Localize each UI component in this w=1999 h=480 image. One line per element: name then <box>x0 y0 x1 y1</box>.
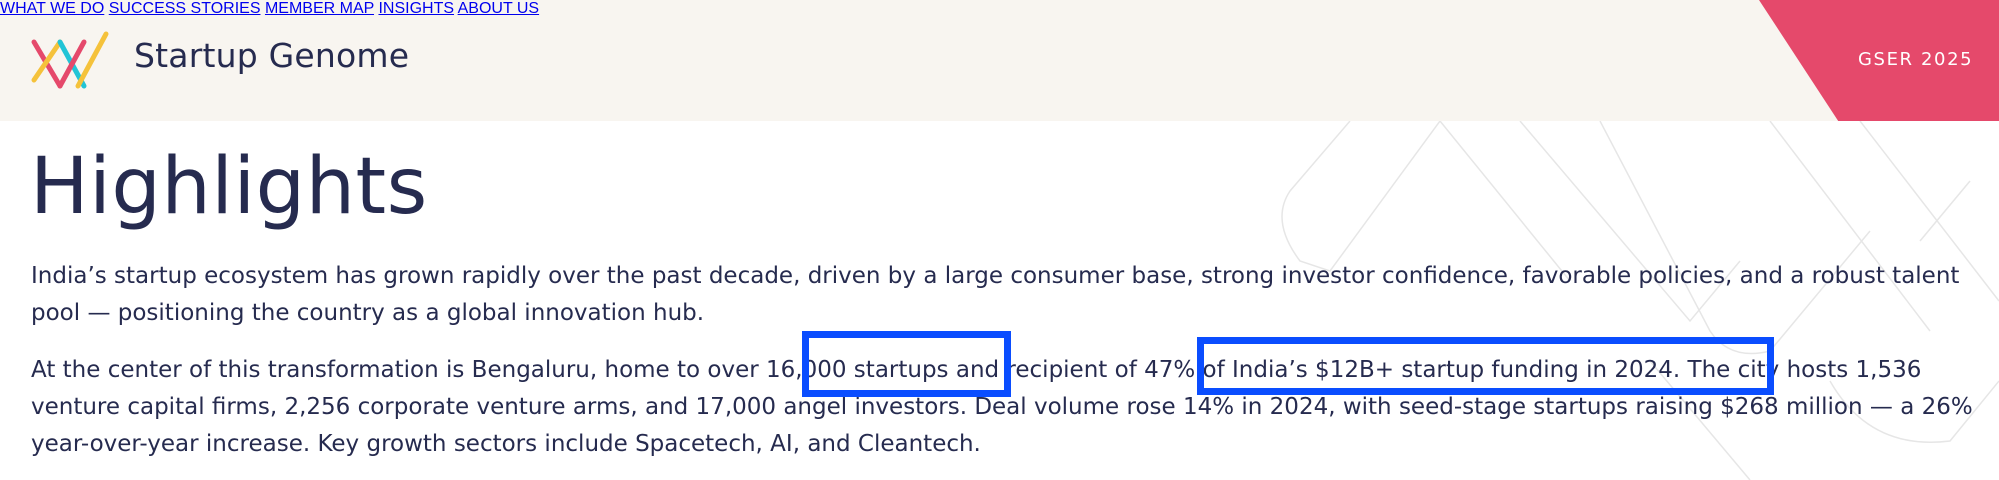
startup-genome-logo-icon[interactable] <box>30 28 110 92</box>
nav-item-about-us[interactable]: ABOUT US <box>458 0 540 17</box>
brand-name[interactable]: Startup Genome <box>134 36 409 75</box>
gser-2025-label[interactable]: GSER 2025 <box>1858 49 1973 70</box>
site-header: Startup Genome WHAT WE DO SUCCESS STORIE… <box>0 0 1999 121</box>
nav-item-what-we-do[interactable]: WHAT WE DO <box>0 0 104 17</box>
intro-paragraph: India’s startup ecosystem has grown rapi… <box>31 263 1960 326</box>
nav-item-success-stories[interactable]: SUCCESS STORIES <box>109 0 261 17</box>
nav-item-insights[interactable]: INSIGHTS <box>378 0 454 17</box>
highlight-box-funding <box>1197 337 1774 395</box>
main-nav: WHAT WE DO SUCCESS STORIES MEMBER MAP IN… <box>0 0 1999 18</box>
highlight-box-startups <box>802 331 1011 397</box>
nav-item-member-map[interactable]: MEMBER MAP <box>265 0 374 17</box>
page-title: Highlights <box>30 142 428 232</box>
